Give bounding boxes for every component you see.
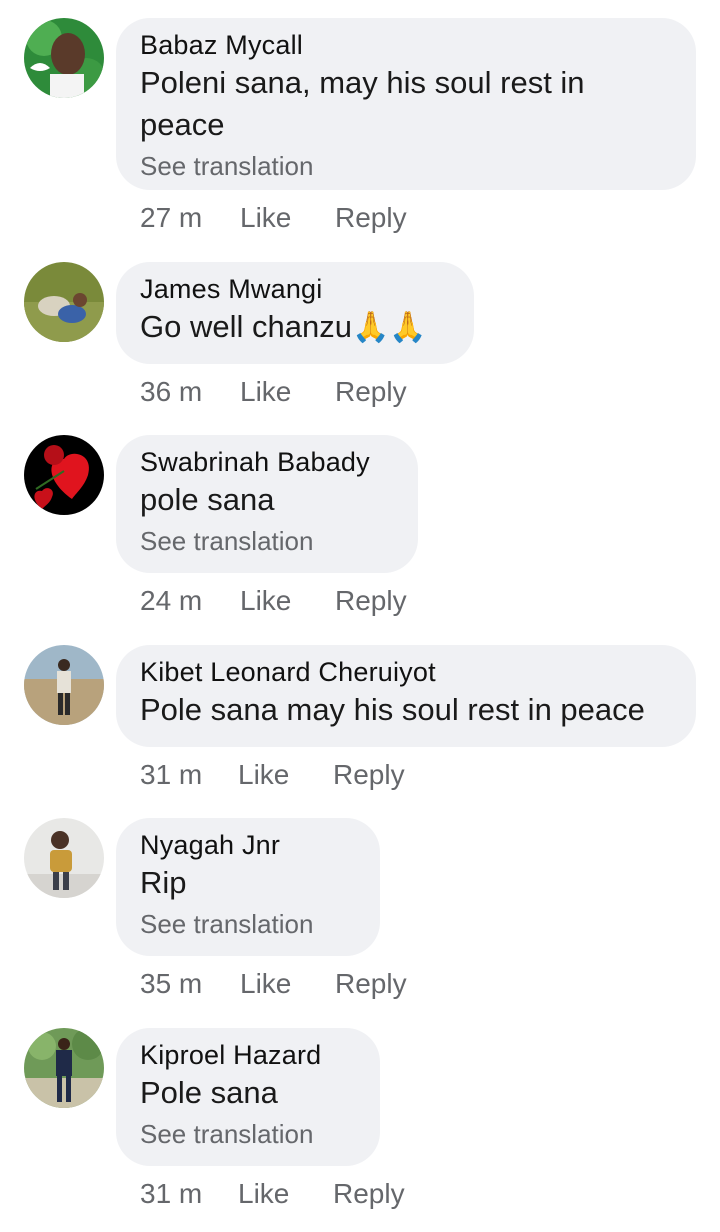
comment-actions: 36 m Like Reply xyxy=(140,376,407,408)
comment-bubble: Swabrinah Babady pole sana See translati… xyxy=(116,435,418,573)
comment-author[interactable]: Kiproel Hazard xyxy=(140,1038,352,1072)
avatar[interactable] xyxy=(24,435,104,515)
comment-text-row: Go well chanzu🙏🙏 xyxy=(140,306,446,349)
avatar[interactable] xyxy=(24,645,104,725)
comment-text: Poleni sana, may his soul rest in peace xyxy=(140,65,585,142)
comment-bubble: James Mwangi Go well chanzu🙏🙏 xyxy=(116,262,474,364)
like-button[interactable]: Like xyxy=(240,376,335,408)
comments-feed: Babaz Mycall Poleni sana, may his soul r… xyxy=(0,0,720,1232)
comment-actions: 35 m Like Reply xyxy=(140,968,407,1000)
like-button[interactable]: Like xyxy=(238,759,333,791)
comment-author[interactable]: Nyagah Jnr xyxy=(140,828,352,862)
comment-timestamp: 24 m xyxy=(140,585,203,616)
like-button[interactable]: Like xyxy=(240,585,335,617)
comment-author[interactable]: James Mwangi xyxy=(140,272,446,306)
comment-timestamp: 31 m xyxy=(140,1178,203,1209)
see-translation-link[interactable]: See translation xyxy=(140,148,668,184)
see-translation-link[interactable]: See translation xyxy=(140,906,352,942)
reply-button[interactable]: Reply xyxy=(333,1178,405,1210)
comment-author[interactable]: Swabrinah Babady xyxy=(140,445,390,479)
avatar-image xyxy=(24,18,104,98)
comment-timestamp: 27 m xyxy=(140,202,203,233)
avatar-image xyxy=(24,262,104,342)
see-translation-link[interactable]: See translation xyxy=(140,523,390,559)
comment-text: Pole sana may his soul rest in peace xyxy=(140,692,645,727)
comment-bubble: Kibet Leonard Cheruiyot Pole sana may hi… xyxy=(116,645,696,747)
comment-actions: 31 m Like Reply xyxy=(140,759,405,791)
comment-text: Pole sana xyxy=(140,1075,278,1110)
comment-text: pole sana xyxy=(140,482,275,517)
comment-actions: 27 m Like Reply xyxy=(140,202,407,234)
avatar[interactable] xyxy=(24,18,104,98)
reply-button[interactable]: Reply xyxy=(333,759,405,791)
comment-timestamp: 35 m xyxy=(140,968,203,999)
avatar-image xyxy=(24,1028,104,1108)
reply-button[interactable]: Reply xyxy=(335,202,407,234)
comment-bubble: Nyagah Jnr Rip See translation xyxy=(116,818,380,956)
comment-text: Go well chanzu xyxy=(140,309,352,344)
comment-bubble: Kiproel Hazard Pole sana See translation xyxy=(116,1028,380,1166)
reply-button[interactable]: Reply xyxy=(335,968,407,1000)
praying-hands-icon: 🙏🙏 xyxy=(351,311,427,344)
comment-author[interactable]: Babaz Mycall xyxy=(140,28,668,62)
comment-timestamp: 31 m xyxy=(140,759,203,790)
comment-actions: 31 m Like Reply xyxy=(140,1178,405,1210)
see-translation-link[interactable]: See translation xyxy=(140,1116,352,1152)
like-button[interactable]: Like xyxy=(238,1178,333,1210)
like-button[interactable]: Like xyxy=(240,202,335,234)
reply-button[interactable]: Reply xyxy=(335,585,407,617)
avatar[interactable] xyxy=(24,262,104,342)
like-button[interactable]: Like xyxy=(240,968,335,1000)
avatar-image xyxy=(24,818,104,898)
comment-author[interactable]: Kibet Leonard Cheruiyot xyxy=(140,655,668,689)
reply-button[interactable]: Reply xyxy=(335,376,407,408)
avatar-image xyxy=(24,645,104,725)
comment-text: Rip xyxy=(140,865,187,900)
comment-actions: 24 m Like Reply xyxy=(140,585,407,617)
avatar-image xyxy=(24,435,104,515)
comment-timestamp: 36 m xyxy=(140,376,203,407)
avatar[interactable] xyxy=(24,818,104,898)
avatar[interactable] xyxy=(24,1028,104,1108)
comment-bubble: Babaz Mycall Poleni sana, may his soul r… xyxy=(116,18,696,190)
